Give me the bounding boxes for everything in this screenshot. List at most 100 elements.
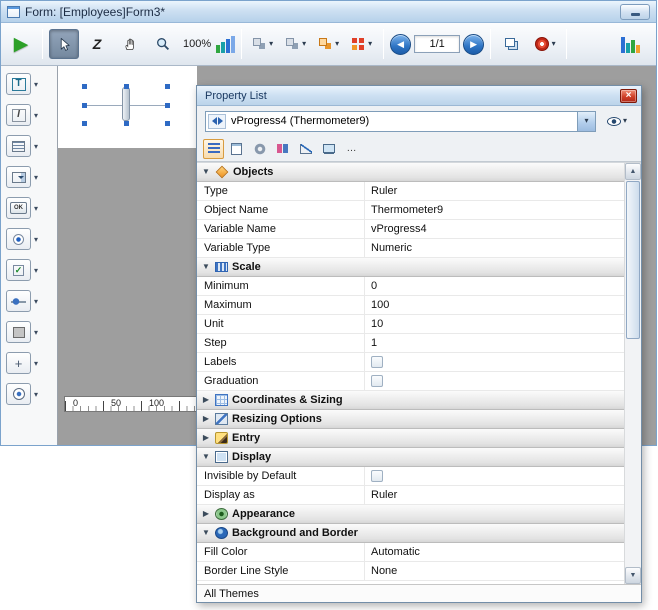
- slider-tool-button[interactable]: [6, 290, 31, 312]
- tab-chart[interactable]: [295, 139, 316, 159]
- run-options-button[interactable]: ▾: [530, 29, 560, 59]
- combo-box-dropdown[interactable]: ▾: [34, 173, 38, 182]
- tab-control-tool-button[interactable]: [6, 383, 31, 405]
- selected-ruler-widget[interactable]: [82, 84, 170, 126]
- library-button[interactable]: [615, 29, 645, 59]
- combo-box-tool-button[interactable]: [6, 166, 31, 188]
- expand-triangle-icon[interactable]: ▶: [201, 510, 211, 518]
- scroll-up-button[interactable]: ▲: [625, 163, 641, 180]
- collapse-triangle-icon[interactable]: ▼: [201, 529, 211, 537]
- section-header-scale[interactable]: ▼Scale: [197, 258, 624, 277]
- text-dropdown[interactable]: ▾: [34, 80, 38, 89]
- thermometer-widget[interactable]: [122, 87, 130, 121]
- selection-handle[interactable]: [124, 121, 129, 126]
- expand-triangle-icon[interactable]: ▶: [201, 434, 211, 442]
- property-value[interactable]: Thermometer9: [365, 201, 624, 219]
- property-value[interactable]: Ruler: [365, 486, 624, 504]
- scrollbar-track[interactable]: [625, 181, 641, 566]
- button-dropdown[interactable]: ▾: [34, 204, 38, 213]
- text-tool-button[interactable]: T: [6, 73, 31, 95]
- checkbox[interactable]: [371, 470, 383, 482]
- collapse-triangle-icon[interactable]: ▼: [201, 168, 211, 176]
- property-value[interactable]: vProgress4: [365, 220, 624, 238]
- property-value[interactable]: Ruler: [365, 182, 624, 200]
- window-titlebar[interactable]: Form: [Employees]Form3*: [1, 1, 656, 23]
- property-value[interactable]: 100: [365, 296, 624, 314]
- tab-gear[interactable]: [249, 139, 270, 159]
- list-box-tool-button[interactable]: [6, 135, 31, 157]
- rectangle-dropdown[interactable]: ▾: [34, 328, 38, 337]
- minimize-button[interactable]: [620, 4, 650, 20]
- run-form-button[interactable]: ▶: [6, 29, 36, 59]
- selection-handle[interactable]: [82, 84, 87, 89]
- expand-triangle-icon[interactable]: ▶: [201, 415, 211, 423]
- selection-handle[interactable]: [82, 121, 87, 126]
- check-box-tool-button[interactable]: ✓: [6, 259, 31, 281]
- previous-page-button[interactable]: ◀: [390, 34, 411, 55]
- input-tool-button[interactable]: I: [6, 104, 31, 126]
- next-page-button[interactable]: ▶: [463, 34, 484, 55]
- form-pages-button[interactable]: [497, 29, 527, 59]
- zoom-bars-icon[interactable]: [216, 35, 235, 53]
- tab-more[interactable]: …: [341, 139, 362, 159]
- level-menu-button[interactable]: ▾: [314, 29, 344, 59]
- radio-button-tool-button[interactable]: [6, 228, 31, 250]
- property-value[interactable]: [365, 353, 624, 371]
- tab-page[interactable]: [226, 139, 247, 159]
- radio-button-dropdown[interactable]: ▾: [34, 235, 38, 244]
- zorder-tool-button[interactable]: Z: [82, 29, 112, 59]
- distribute-menu-button[interactable]: ▾: [281, 29, 311, 59]
- tab-properties[interactable]: [203, 139, 224, 159]
- property-value[interactable]: 0: [365, 277, 624, 295]
- object-selector[interactable]: vProgress4 (Thermometer9) ▾: [205, 111, 596, 132]
- section-header-display[interactable]: ▼Display: [197, 448, 624, 467]
- collapse-triangle-icon[interactable]: ▼: [201, 453, 211, 461]
- selection-handle[interactable]: [124, 84, 129, 89]
- list-box-dropdown[interactable]: ▾: [34, 142, 38, 151]
- zoom-tool-button[interactable]: [148, 29, 178, 59]
- splitter-tool-button[interactable]: +: [6, 352, 31, 374]
- form-page[interactable]: [58, 66, 197, 148]
- section-header-resizing-options[interactable]: ▶Resizing Options: [197, 410, 624, 429]
- close-button[interactable]: ×: [620, 89, 637, 103]
- property-value[interactable]: 10: [365, 315, 624, 333]
- input-dropdown[interactable]: ▾: [34, 111, 38, 120]
- selection-handle[interactable]: [165, 121, 170, 126]
- property-value[interactable]: [365, 467, 624, 485]
- tab-objects[interactable]: [272, 139, 293, 159]
- pointer-tool-button[interactable]: [49, 29, 79, 59]
- section-header-objects[interactable]: ▼Objects: [197, 163, 624, 182]
- section-header-coordinates-sizing[interactable]: ▶Coordinates & Sizing: [197, 391, 624, 410]
- checkbox[interactable]: [371, 375, 383, 387]
- tab-control-dropdown[interactable]: ▾: [34, 390, 38, 399]
- property-value[interactable]: Numeric: [365, 239, 624, 257]
- button-tool-button[interactable]: OK: [6, 197, 31, 219]
- checkbox[interactable]: [371, 356, 383, 368]
- scroll-down-button[interactable]: ▼: [625, 567, 641, 584]
- view-options-button[interactable]: ▾: [601, 111, 633, 131]
- property-value[interactable]: Automatic: [365, 543, 624, 561]
- scrollbar[interactable]: ▲ ▼: [624, 163, 641, 584]
- section-header-background-and-border[interactable]: ▼Background and Border: [197, 524, 624, 543]
- splitter-dropdown[interactable]: ▾: [34, 359, 38, 368]
- property-value[interactable]: 1: [365, 334, 624, 352]
- object-selector-dropdown-button[interactable]: ▾: [577, 112, 595, 131]
- rectangle-tool-button[interactable]: [6, 321, 31, 343]
- hand-tool-button[interactable]: [115, 29, 145, 59]
- section-header-appearance[interactable]: ▶Appearance: [197, 505, 624, 524]
- duplicate-matrix-menu-button[interactable]: ▾: [347, 29, 377, 59]
- property-value[interactable]: None: [365, 562, 624, 580]
- property-value[interactable]: [365, 372, 624, 390]
- section-header-entry[interactable]: ▶Entry: [197, 429, 624, 448]
- scrollbar-thumb[interactable]: [626, 181, 640, 339]
- selection-handle[interactable]: [165, 84, 170, 89]
- expand-triangle-icon[interactable]: ▶: [201, 396, 211, 404]
- tab-display[interactable]: [318, 139, 339, 159]
- property-list-titlebar[interactable]: Property List ×: [197, 86, 641, 106]
- collapse-triangle-icon[interactable]: ▼: [201, 263, 211, 271]
- selection-handle[interactable]: [165, 103, 170, 108]
- themes-footer[interactable]: All Themes: [197, 584, 641, 602]
- check-box-dropdown[interactable]: ▾: [34, 266, 38, 275]
- slider-dropdown[interactable]: ▾: [34, 297, 38, 306]
- align-menu-button[interactable]: ▾: [248, 29, 278, 59]
